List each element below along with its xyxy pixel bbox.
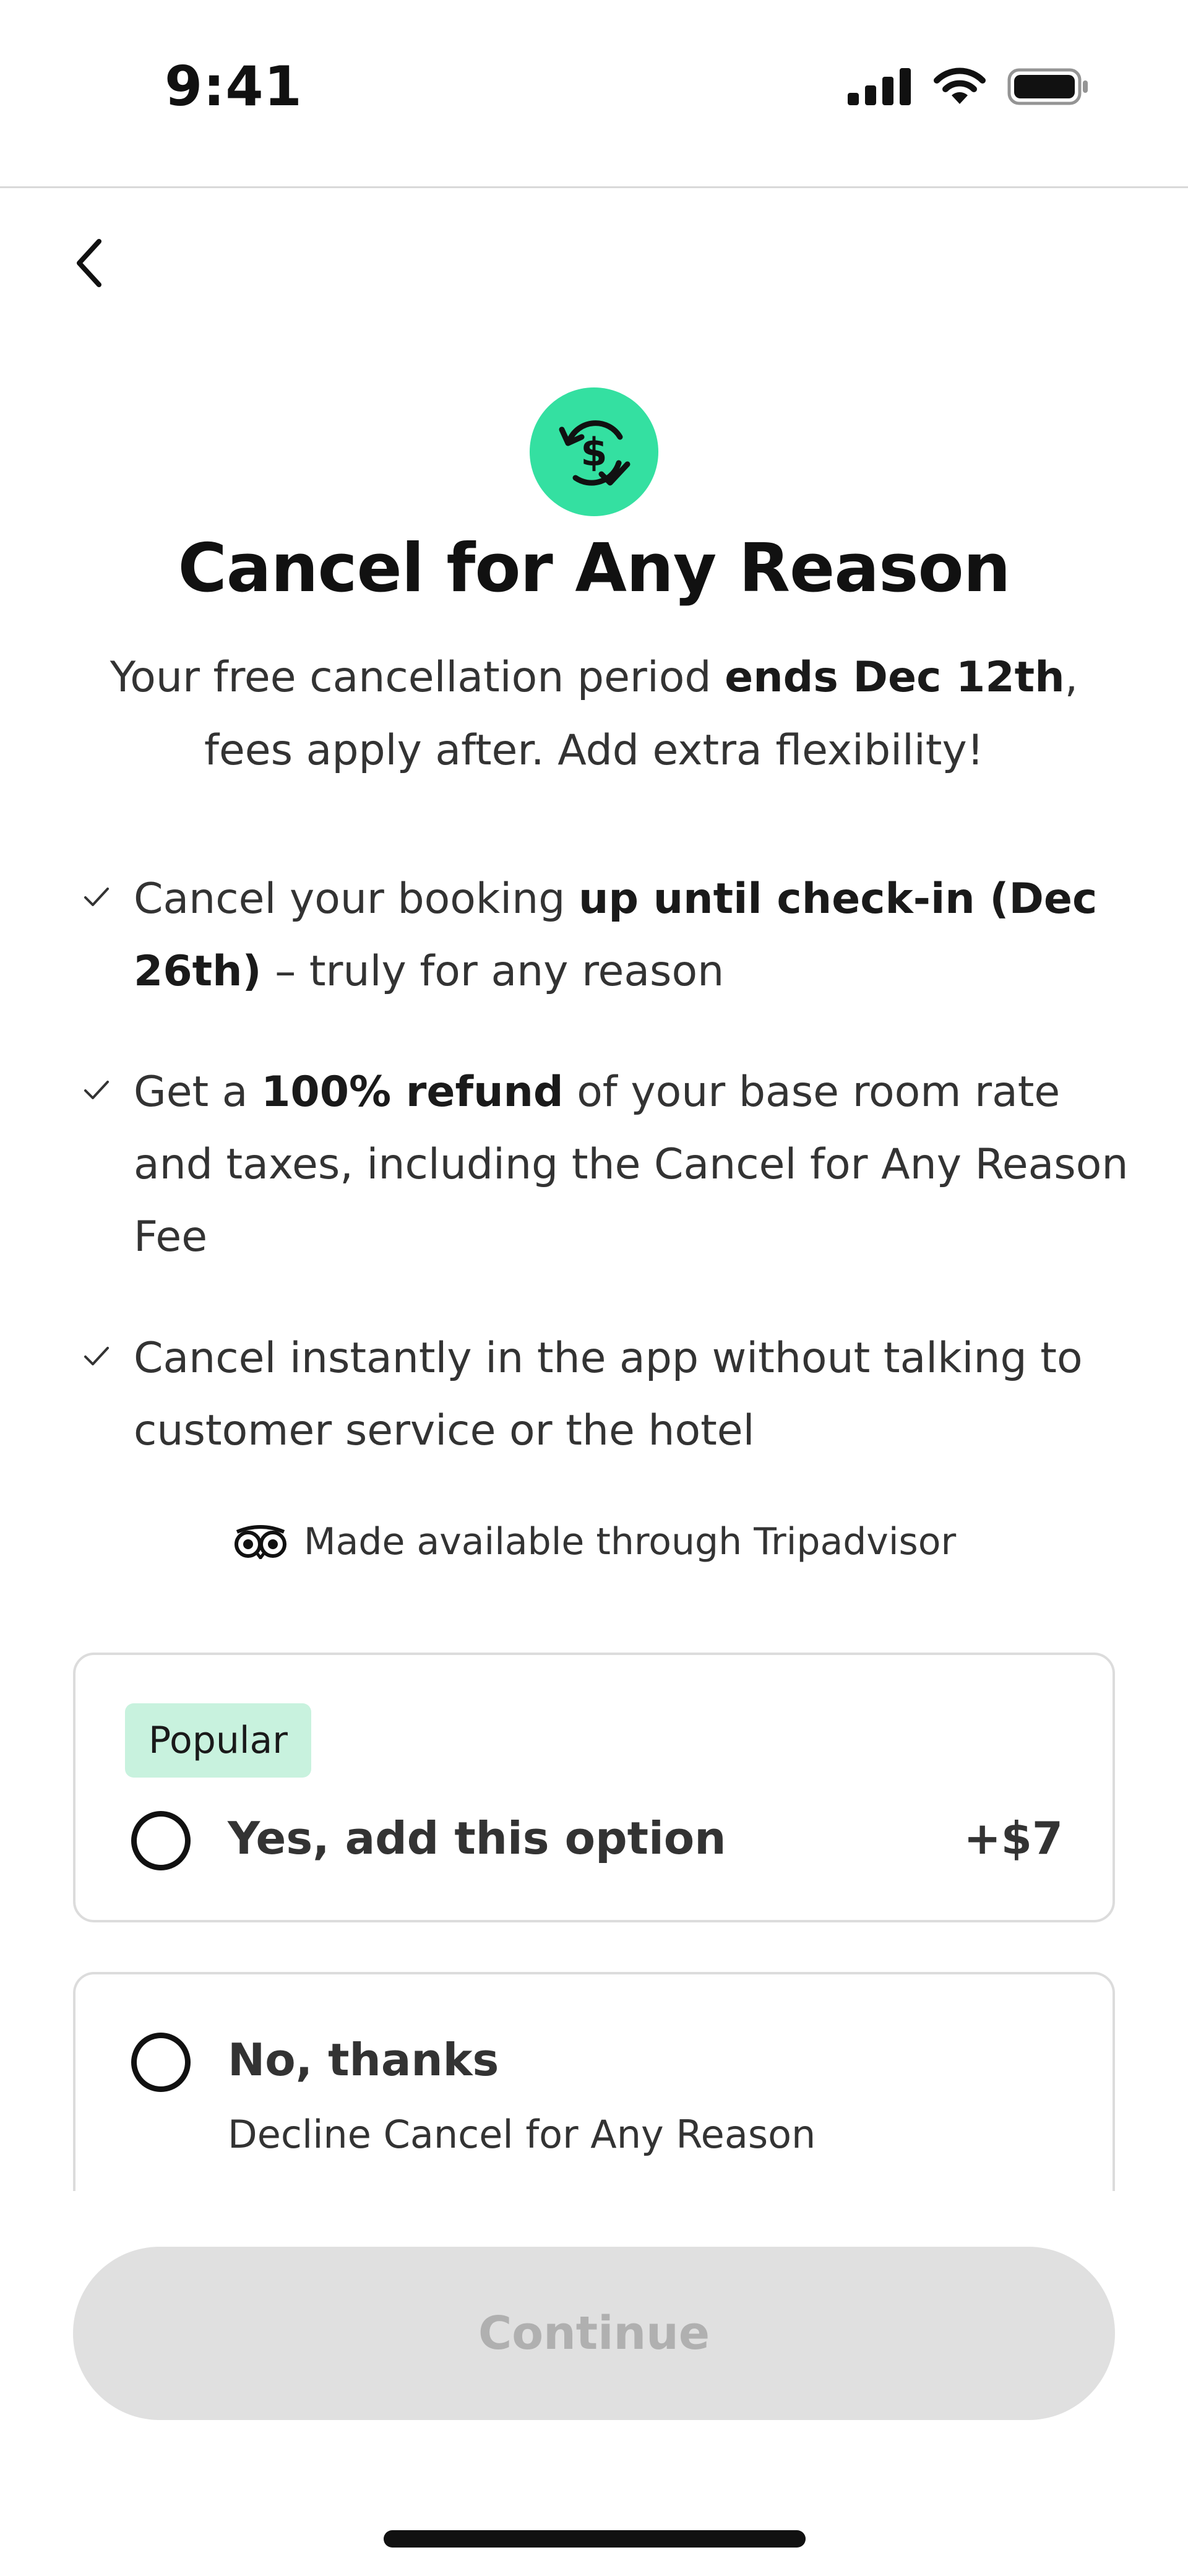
status-icons xyxy=(848,67,1089,106)
benefit-text-part: Cancel instantly in the app without talk… xyxy=(134,1334,1083,1455)
chevron-left-icon xyxy=(77,239,101,287)
svg-text:$: $ xyxy=(580,430,607,475)
provider-text: Made available through Tripadvisor xyxy=(303,1520,957,1563)
radio-yes[interactable] xyxy=(131,1811,191,1870)
wifi-icon xyxy=(934,67,986,104)
benefit-text-part: Cancel your booking xyxy=(134,875,579,923)
home-indicator xyxy=(384,2530,806,2548)
status-bar: 9:41 xyxy=(0,0,1188,188)
popular-badge: Popular xyxy=(125,1703,311,1778)
option-no-label: No, thanks xyxy=(228,2034,499,2086)
benefit-text-bold: 100% refund xyxy=(261,1068,564,1117)
option-yes-price: +$7 xyxy=(963,1812,1063,1864)
option-no-sublabel: Decline Cancel for Any Reason xyxy=(228,2112,816,2157)
benefit-text: Cancel instantly in the app without talk… xyxy=(134,1322,1130,1467)
benefit-text-part: – truly for any reason xyxy=(261,947,725,996)
radio-no[interactable] xyxy=(131,2033,191,2092)
tripadvisor-owl-icon xyxy=(234,1525,286,1559)
benefit-text-part: Get a xyxy=(134,1068,262,1117)
subtitle: Your free cancellation period ends Dec 1… xyxy=(87,641,1101,787)
page-title: Cancel for Any Reason xyxy=(178,530,1010,607)
status-time: 9:41 xyxy=(165,54,303,118)
signal-icon xyxy=(848,68,911,105)
back-button[interactable] xyxy=(59,229,119,297)
provider-note: Made available through Tripadvisor xyxy=(0,1520,1188,1563)
benefit-text: Cancel your booking up until check-in (D… xyxy=(134,863,1130,1008)
refresh-dollar-icon: $ xyxy=(530,387,658,516)
subtitle-deadline: ends Dec 12th xyxy=(725,653,1065,702)
check-icon xyxy=(84,1081,109,1099)
option-yes-label: Yes, add this option xyxy=(228,1812,726,1864)
check-icon xyxy=(84,888,109,906)
subtitle-text: Your free cancellation period xyxy=(110,653,725,702)
option-card-yes[interactable]: Popular Yes, add this option +$7 xyxy=(73,1653,1115,1922)
check-icon xyxy=(84,1347,109,1365)
continue-button[interactable]: Continue xyxy=(73,2247,1115,2420)
battery-icon xyxy=(1007,68,1088,105)
cancel-for-any-reason-screen: 9:41 $ Cancel for Any Reason Your free c… xyxy=(0,0,1188,2576)
benefit-text: Get a 100% refund of your base room rate… xyxy=(134,1056,1130,1273)
